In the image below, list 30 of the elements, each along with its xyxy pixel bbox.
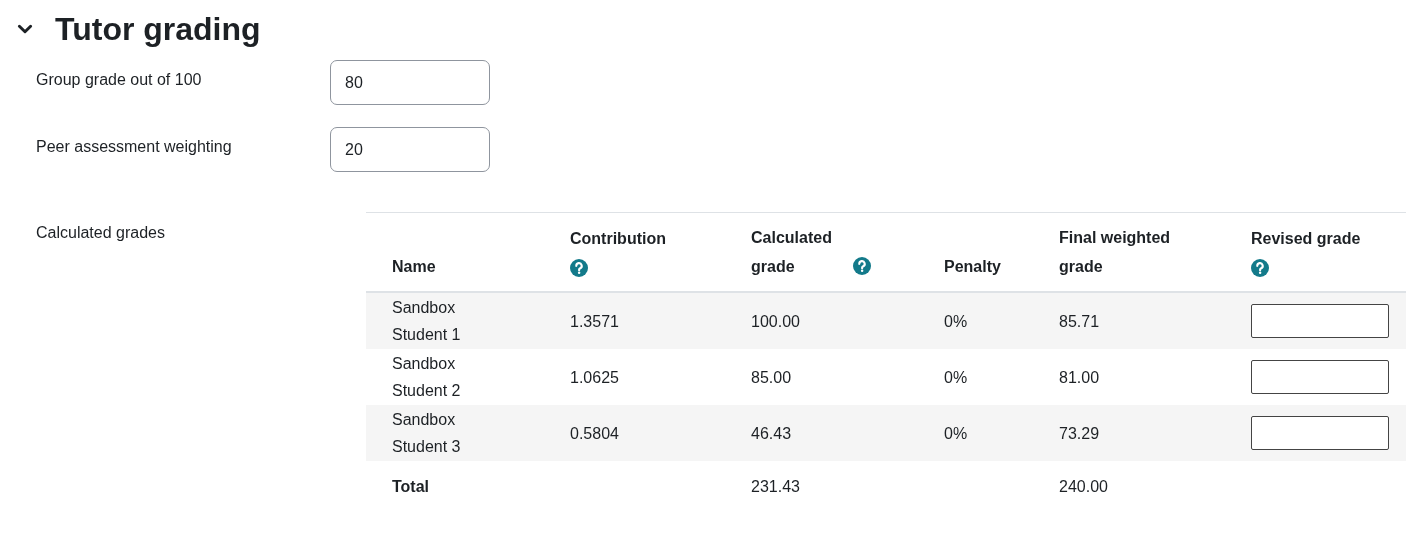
table-cell: 0%: [944, 424, 968, 442]
table-cell-text: Sandbox Student 3: [392, 410, 462, 457]
table-cell: 1.0625: [570, 368, 619, 386]
table-cell: 100.00: [751, 312, 800, 330]
table-cell: 81.00: [1059, 368, 1100, 386]
table-cell: 85.00: [751, 368, 792, 386]
table-cell-text: Sandbox Student 2: [392, 354, 462, 401]
column-header: Penalty: [944, 257, 1001, 277]
table-cell: 0%: [944, 312, 968, 330]
column-header: Contribution: [570, 229, 666, 249]
table-cell: 231.43: [751, 477, 800, 495]
table-cell: 0%: [944, 368, 968, 386]
field-label: Group grade out of 100: [36, 71, 202, 88]
section-title: Tutor grading: [55, 10, 261, 48]
table-cell: 1.3571: [570, 312, 619, 330]
table-cell: 240.00: [1059, 477, 1108, 495]
column-header: Name: [392, 257, 436, 277]
column-header: Revised grade: [1251, 229, 1361, 249]
table-cell-text: Sandbox Student 1: [392, 298, 462, 345]
table-cell: 73.29: [1059, 424, 1100, 442]
table-cell: 46.43: [751, 424, 792, 442]
table-cell: 85.71: [1059, 312, 1100, 330]
field-label: Peer assessment weighting: [36, 138, 232, 155]
input-field[interactable]: 20: [330, 127, 490, 172]
table-cell: 0.5804: [570, 424, 619, 442]
input-field[interactable]: 80: [330, 60, 490, 105]
field-label: Calculated grades: [36, 224, 165, 241]
column-header: Final weighted grade: [1059, 228, 1172, 277]
total-label: Total: [392, 477, 430, 495]
column-header: Calculated grade: [751, 228, 833, 277]
